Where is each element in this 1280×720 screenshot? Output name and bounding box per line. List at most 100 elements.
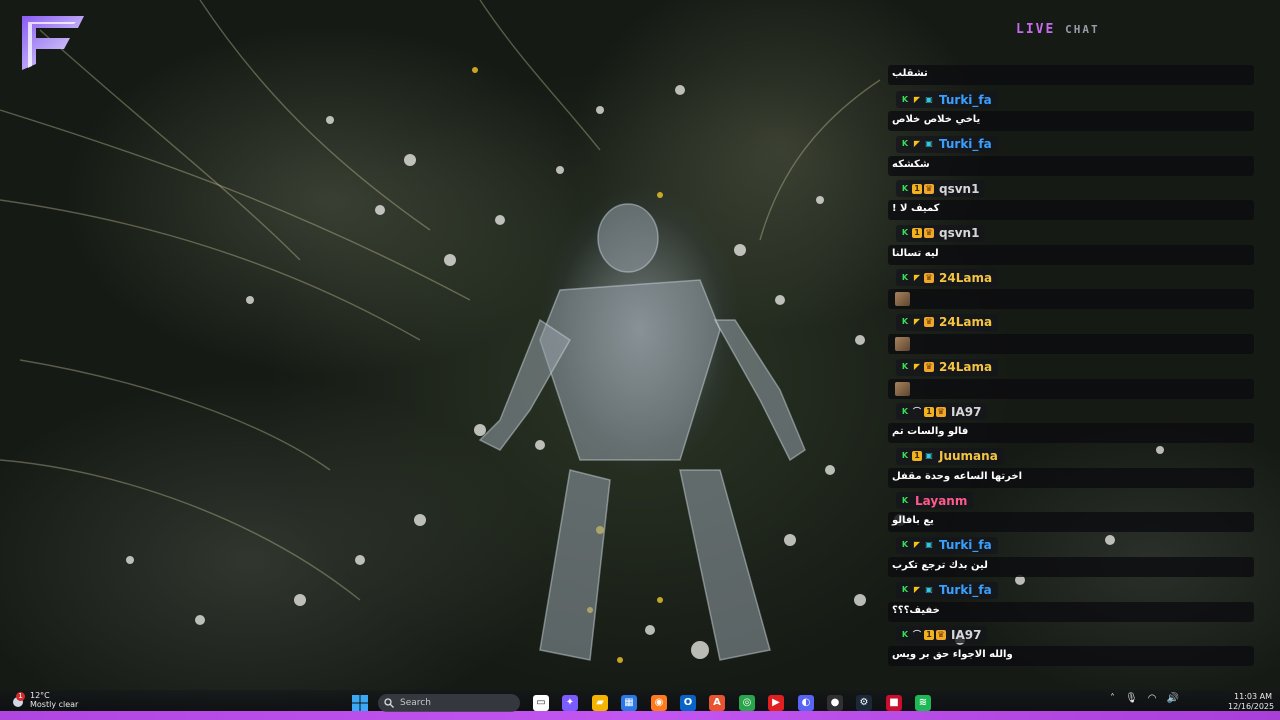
app-icon[interactable]: ▶: [768, 695, 784, 711]
gamepad-icon: ▣: [925, 451, 933, 461]
crown-icon: ♛: [936, 406, 946, 417]
office-icon[interactable]: A: [709, 695, 725, 711]
chat-user-row: K ⌒ 1 ♛ IA97: [896, 403, 988, 421]
search-placeholder: Search: [400, 698, 431, 708]
crown-icon: ♛: [924, 228, 934, 239]
chat-message-text: فالو والسات تم: [892, 426, 969, 438]
emote-image: [895, 336, 910, 351]
k-icon: K: [901, 495, 909, 505]
file-explorer-icon[interactable]: ▭: [533, 695, 549, 711]
flag-icon: ◤: [913, 585, 921, 595]
chat-username[interactable]: Turki_fa: [939, 137, 992, 151]
live-chat-title: LIVE CHAT: [1016, 22, 1100, 37]
chat-message-body: اخرتها الساعه وحدة مقفل: [888, 467, 1254, 488]
k-icon: K: [901, 629, 909, 639]
chat-user-row: K Layanm: [896, 492, 974, 510]
chat-message-body: [888, 289, 1254, 310]
chat-user-row: K ◤ ♛ 24Lama: [896, 313, 999, 331]
chat-message: K ◤ ▣ Turki_fa خفيف؟؟؟: [888, 580, 1258, 625]
chat-message-body: تشقلب: [888, 65, 1254, 85]
coin-icon: 1: [912, 451, 922, 462]
firefox-icon[interactable]: ◉: [651, 695, 667, 711]
spotify-icon[interactable]: ≋: [915, 695, 931, 711]
chat-username[interactable]: qsvn1: [939, 182, 979, 196]
steam-icon[interactable]: ⚙: [856, 695, 872, 711]
chat-username[interactable]: Turki_fa: [939, 583, 992, 597]
gamepad-icon: ▣: [925, 139, 933, 149]
k-icon: K: [901, 183, 909, 193]
chat-message: K ◤ ▣ Turki_fa شكشكه: [888, 134, 1258, 179]
chat-message-text: كميف لا !: [892, 203, 940, 215]
k-icon: K: [901, 272, 909, 282]
chat-message-body: فالو والسات تم: [888, 423, 1254, 444]
chat-message-text: ليه تسالنا: [892, 247, 939, 259]
chat-message-text: ياخي خلاص خلاص: [892, 114, 981, 125]
flag-icon: ◤: [913, 317, 921, 327]
weather-icon: 1: [12, 692, 26, 707]
chat-username[interactable]: Layanm: [915, 494, 967, 508]
chat-message-body: ياخي خلاص خلاص: [888, 111, 1254, 131]
chevron-up-icon[interactable]: ˄: [1110, 693, 1115, 704]
chat-message-body: [888, 333, 1254, 354]
chat-username[interactable]: Juumana: [939, 449, 998, 463]
flag-icon: ◤: [913, 139, 921, 149]
chat-message: K ◤ ♛ 24Lama: [888, 357, 1258, 402]
chat-message-text: والله الاجواء حق بر ويس: [892, 649, 1013, 661]
k-icon: K: [901, 585, 909, 595]
weather-temp: 12°C: [30, 691, 50, 700]
chat-user-row: K 1 ▣ Juumana: [896, 447, 1004, 465]
chat-user-row: K 1 ♛ qsvn1: [896, 224, 986, 242]
chat-message-body: خفيف؟؟؟: [888, 601, 1254, 622]
discord-icon[interactable]: ◐: [798, 695, 814, 711]
copilot-icon[interactable]: ✦: [562, 695, 578, 711]
chat-username[interactable]: IA97: [951, 405, 981, 419]
microphone-icon[interactable]: 🎙: [1125, 693, 1138, 704]
chat-username[interactable]: 24Lama: [939, 271, 992, 285]
chat-message: K Layanm يع بافالو: [888, 490, 1258, 535]
taskbar-search[interactable]: Search: [378, 694, 520, 712]
chat-message: تشقلب: [888, 61, 1258, 89]
store-icon[interactable]: ▦: [621, 695, 637, 711]
k-icon: K: [901, 406, 909, 416]
chat-message: K 1 ▣ Juumana اخرتها الساعه وحدة مقفل: [888, 446, 1258, 491]
chat-message-body: ليه تسالنا: [888, 244, 1254, 265]
coin-icon: 1: [912, 228, 922, 239]
search-icon: [384, 698, 394, 708]
obs-icon[interactable]: ●: [827, 695, 843, 711]
coin-icon: 1: [924, 406, 934, 417]
chat-user-row: K ◤ ▣ Turki_fa: [896, 536, 998, 554]
crown-icon: ♛: [924, 272, 934, 283]
dash-icon: ⌒: [913, 629, 921, 639]
chat-username[interactable]: Turki_fa: [939, 93, 992, 107]
folder-icon[interactable]: ▰: [592, 695, 608, 711]
chat-username[interactable]: 24Lama: [939, 315, 992, 329]
taskbar-clock[interactable]: 11:03 AM 12/16/2025: [1228, 692, 1274, 712]
media-icon[interactable]: ■: [886, 695, 902, 711]
crown-icon: ♛: [924, 317, 934, 328]
flag-icon: ◤: [913, 94, 921, 104]
clock-time: 11:03 AM: [1234, 692, 1272, 701]
wifi-icon[interactable]: ◠: [1148, 693, 1157, 704]
chat-user-row: K 1 ♛ qsvn1: [896, 180, 986, 198]
outlook-icon[interactable]: O: [680, 695, 696, 711]
chat-username[interactable]: Turki_fa: [939, 538, 992, 552]
chat-username[interactable]: 24Lama: [939, 360, 992, 374]
coin-icon: 1: [912, 183, 922, 194]
k-icon: K: [901, 94, 909, 104]
chat-user-row: K ◤ ▣ Turki_fa: [896, 581, 998, 599]
start-button[interactable]: [351, 694, 369, 712]
gamepad-icon: ▣: [925, 540, 933, 550]
chat-user-row: K ◤ ▣ Turki_fa: [896, 135, 998, 153]
k-icon: K: [901, 451, 909, 461]
volume-icon[interactable]: 🔊: [1166, 693, 1178, 704]
chat-username[interactable]: IA97: [951, 628, 981, 642]
chat-username[interactable]: qsvn1: [939, 226, 979, 240]
notification-count-badge: 1: [16, 692, 25, 701]
chat-message-body: يع بافالو: [888, 512, 1254, 533]
gamepad-icon: ▣: [925, 585, 933, 595]
chrome-icon[interactable]: ◎: [739, 695, 755, 711]
chat-message-body: كميف لا !: [888, 200, 1254, 221]
crown-icon: ♛: [924, 183, 934, 194]
chat-message: K ◤ ▣ Turki_fa ياخي خلاص خلاص: [888, 89, 1258, 134]
weather-widget[interactable]: 1 12°C Mostly clear: [12, 691, 78, 709]
